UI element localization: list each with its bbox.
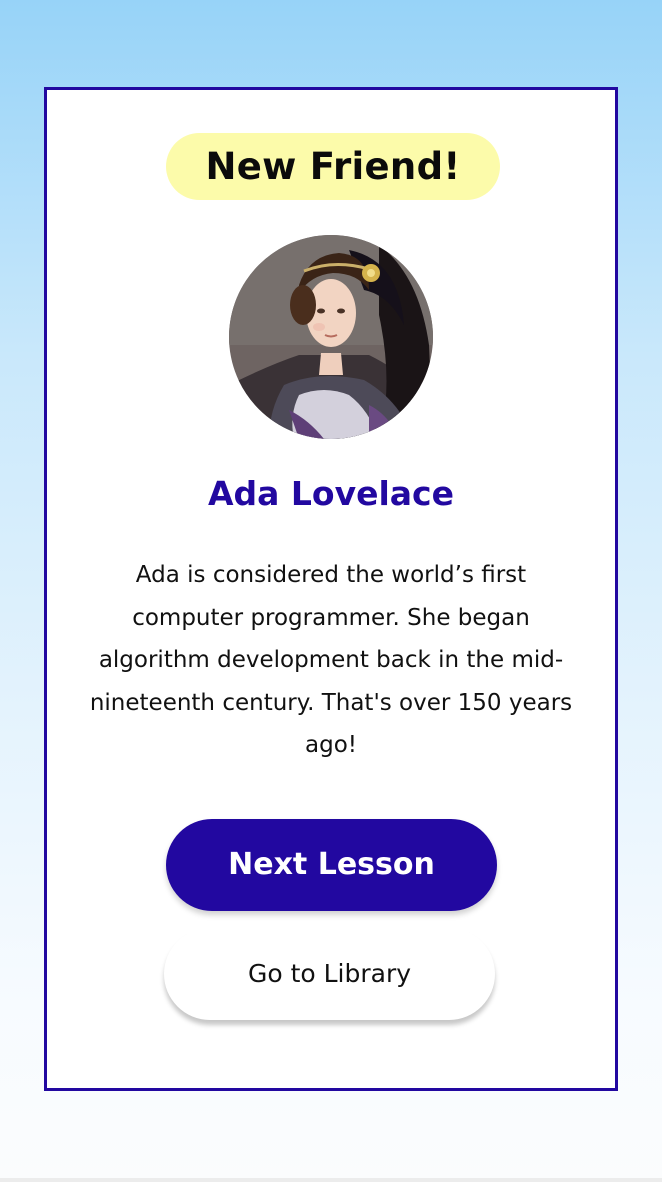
- friend-card: New Friend! Ada Lovelace Ada is consider…: [44, 87, 618, 1091]
- bottom-divider: [0, 1178, 662, 1182]
- portrait-image: [229, 235, 433, 439]
- next-lesson-button[interactable]: Next Lesson: [166, 819, 497, 911]
- new-friend-badge: New Friend!: [166, 133, 500, 200]
- friend-description: Ada is considered the world’s first comp…: [89, 562, 573, 758]
- avatar: [229, 235, 433, 439]
- go-to-library-button[interactable]: Go to Library: [164, 928, 495, 1020]
- friend-name: Ada Lovelace: [207, 474, 455, 513]
